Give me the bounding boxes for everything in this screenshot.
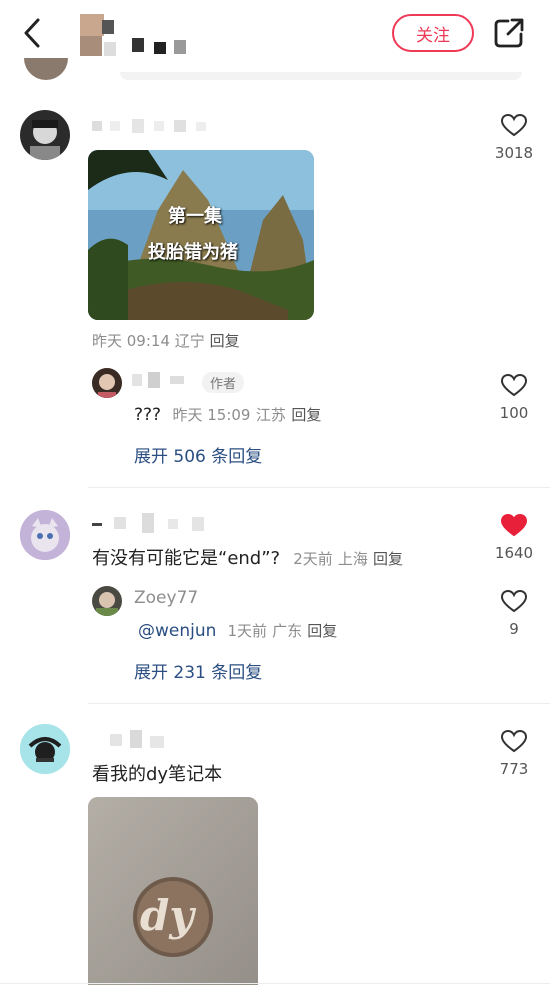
reply-link[interactable]: 回复 (373, 550, 403, 568)
comment-meta: 昨天 09:14 辽宁 回复 (92, 330, 240, 351)
like-count: 9 (509, 620, 519, 638)
comment-content: 有没有可能它是“end”? 2天前 上海 回复 (92, 544, 403, 570)
comment-text: 看我的dy笔记本 (92, 764, 223, 785)
avatar[interactable] (20, 510, 70, 560)
avatar (24, 58, 68, 80)
expand-replies-link[interactable]: 展开 231 条回复 (134, 658, 262, 683)
like-heart-icon[interactable] (484, 372, 544, 398)
divider (88, 703, 550, 704)
like-count: 1640 (494, 544, 534, 562)
avatar[interactable] (92, 586, 122, 616)
username-blurred (92, 118, 212, 133)
reply-link[interactable]: 回复 (210, 332, 240, 350)
comment-time: 昨天 09:14 (92, 332, 170, 350)
reply-link[interactable]: 回复 (307, 622, 337, 640)
avatar[interactable] (20, 724, 70, 774)
expand-replies-link[interactable]: 展开 506 条回复 (134, 442, 262, 467)
laptop-logo: dy (140, 891, 194, 940)
username-blurred (130, 372, 194, 388)
comment-time: 2天前 (293, 550, 333, 568)
comment-image[interactable]: 第一集 投胎错为猪 (88, 150, 314, 320)
reply-content: @wenjun 1天前 广东 回复 (138, 620, 337, 641)
reply-link[interactable]: 回复 (291, 406, 321, 424)
author-badge: 作者 (202, 372, 245, 393)
comment-location: 上海 (337, 550, 368, 568)
mention-link[interactable]: @wenjun (138, 621, 216, 641)
divider (88, 487, 550, 488)
image-title-line1: 第一集 (168, 206, 222, 227)
share-icon[interactable] (492, 16, 526, 50)
username-blurred (92, 513, 212, 533)
comment-image[interactable]: dy (88, 797, 258, 985)
comment-location: 辽宁 (174, 332, 205, 350)
like-count: 3018 (494, 144, 534, 162)
reply-text: ??? (134, 405, 162, 425)
reply-time: 昨天 15:09 (172, 406, 251, 424)
image-title-line2: 投胎错为猪 (148, 242, 238, 263)
reply-username[interactable]: Zoey77 (134, 588, 198, 608)
reply-content: ??? 昨天 15:09 江苏 回复 (134, 404, 321, 425)
liked-heart-icon[interactable] (484, 512, 544, 538)
username-blurred (110, 730, 174, 750)
like-count: 773 (499, 760, 529, 778)
collapsed-reply-bar (120, 72, 522, 80)
reply-location: 江苏 (255, 406, 286, 424)
author-nickname-blurred (74, 12, 204, 62)
like-heart-icon[interactable] (484, 588, 544, 614)
bottom-divider (0, 983, 550, 984)
follow-button[interactable]: 关注 (392, 14, 474, 52)
like-heart-icon[interactable] (484, 728, 544, 754)
like-count: 100 (499, 404, 529, 422)
avatar[interactable] (20, 110, 70, 160)
reply-time: 1天前 (227, 622, 268, 640)
like-heart-icon[interactable] (484, 112, 544, 138)
comment-text: 有没有可能它是“end”? (92, 548, 281, 569)
back-icon[interactable] (18, 16, 48, 50)
avatar[interactable] (92, 368, 122, 398)
reply-location: 广东 (272, 622, 303, 640)
